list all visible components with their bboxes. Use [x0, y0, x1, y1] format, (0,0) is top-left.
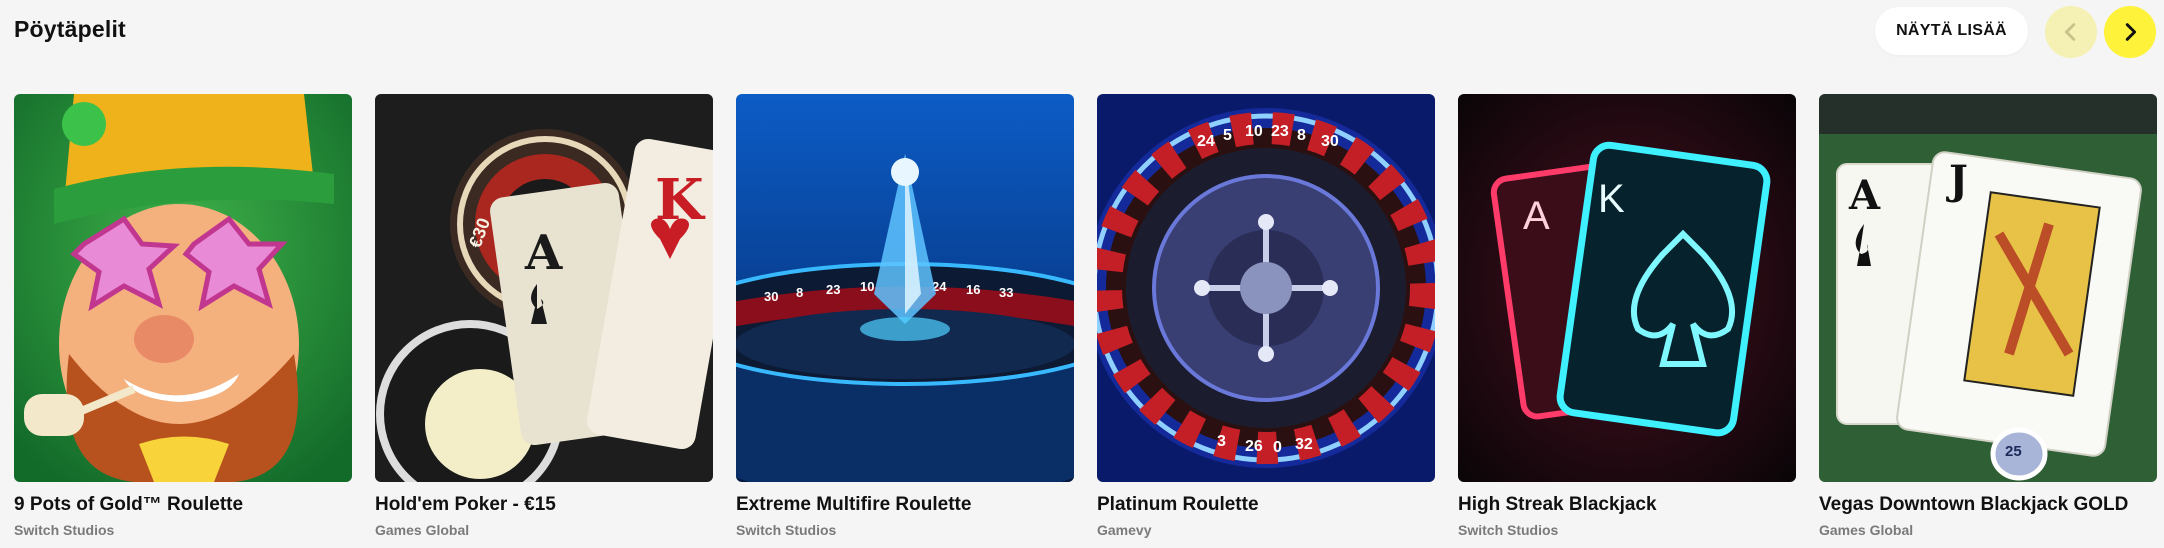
wheel-number: 8 — [796, 285, 803, 300]
game-card[interactable]: A K High Streak Blackjack Switch Studios — [1458, 94, 1796, 538]
game-card[interactable]: 30 8 23 10 24 16 33 Extreme Multifire Ro… — [736, 94, 1074, 538]
multifire-roulette-artwork: 30 8 23 10 24 16 33 — [736, 94, 1074, 482]
vegas-blackjack-artwork: A J 25 — [1819, 94, 2157, 482]
game-card[interactable]: €30 A K Hold'em Poker - €15 Games Global — [375, 94, 713, 538]
poker-artwork: €30 A K — [375, 94, 713, 482]
game-title[interactable]: Platinum Roulette — [1097, 494, 1259, 516]
wheel-number: 30 — [1321, 133, 1339, 150]
game-title[interactable]: High Streak Blackjack — [1458, 494, 1657, 516]
wheel-number: 33 — [999, 285, 1013, 300]
wheel-number: 8 — [1297, 127, 1306, 144]
wheel-number: 26 — [1245, 438, 1263, 455]
wheel-number: 5 — [1223, 127, 1232, 144]
game-title[interactable]: 9 Pots of Gold™ Roulette — [14, 494, 243, 516]
wheel-number: 23 — [1271, 123, 1289, 140]
wheel-number: 16 — [966, 282, 980, 297]
game-thumbnail[interactable]: A J 25 — [1819, 94, 2157, 482]
game-card[interactable]: 9 Pots of Gold™ Roulette Switch Studios — [14, 94, 352, 538]
carousel-next-button[interactable] — [2104, 6, 2156, 58]
wheel-number: 3 — [1217, 433, 1226, 450]
wheel-number: 32 — [1295, 436, 1313, 453]
game-thumbnail[interactable] — [14, 94, 352, 482]
game-provider: Switch Studios — [736, 522, 837, 538]
game-provider: Games Global — [375, 522, 470, 538]
game-thumbnail[interactable]: A K — [1458, 94, 1796, 482]
game-thumbnail[interactable]: 24 5 10 23 8 30 3 26 0 32 — [1097, 94, 1435, 482]
card-rank: A — [524, 225, 563, 281]
game-card[interactable]: A J 25 Vegas Downtown Blackjack GOLD Gam… — [1819, 94, 2157, 538]
wheel-number: 10 — [860, 279, 874, 294]
game-card[interactable]: 24 5 10 23 8 30 3 26 0 32 Platinum Roule… — [1097, 94, 1435, 538]
card-rank: A — [1523, 194, 1550, 238]
chip-value: 25 — [2005, 443, 2022, 460]
game-thumbnail[interactable]: 30 8 23 10 24 16 33 — [736, 94, 1074, 482]
wheel-number: 30 — [764, 289, 778, 304]
platinum-roulette-artwork: 24 5 10 23 8 30 3 26 0 32 — [1097, 94, 1435, 482]
game-provider: Games Global — [1819, 522, 1914, 538]
section-title: Pöytäpelit — [14, 16, 126, 42]
wheel-number: 0 — [1273, 439, 1282, 456]
card-rank: J — [1946, 157, 1968, 204]
section-header: Pöytäpelit NÄYTÄ LISÄÄ — [0, 0, 2164, 68]
chevron-left-icon — [2064, 23, 2076, 41]
wheel-number: 24 — [1197, 133, 1215, 150]
chevron-right-icon — [2125, 23, 2137, 41]
card-rank: K — [1598, 177, 1625, 221]
game-provider: Gamevy — [1097, 522, 1152, 538]
game-title[interactable]: Extreme Multifire Roulette — [736, 494, 971, 516]
game-title[interactable]: Hold'em Poker - €15 — [375, 494, 556, 516]
card-rank: A — [1848, 172, 1881, 219]
game-provider: Switch Studios — [14, 522, 115, 538]
game-provider: Switch Studios — [1458, 522, 1559, 538]
game-thumbnail[interactable]: €30 A K — [375, 94, 713, 482]
wheel-number: 23 — [826, 282, 840, 297]
carousel-prev-button[interactable] — [2045, 6, 2097, 58]
leprechaun-artwork — [14, 94, 352, 482]
show-more-button[interactable]: NÄYTÄ LISÄÄ — [1875, 7, 2028, 55]
wheel-number: 10 — [1245, 123, 1263, 140]
game-title[interactable]: Vegas Downtown Blackjack GOLD — [1819, 494, 2128, 516]
neon-blackjack-artwork: A K — [1458, 94, 1796, 482]
